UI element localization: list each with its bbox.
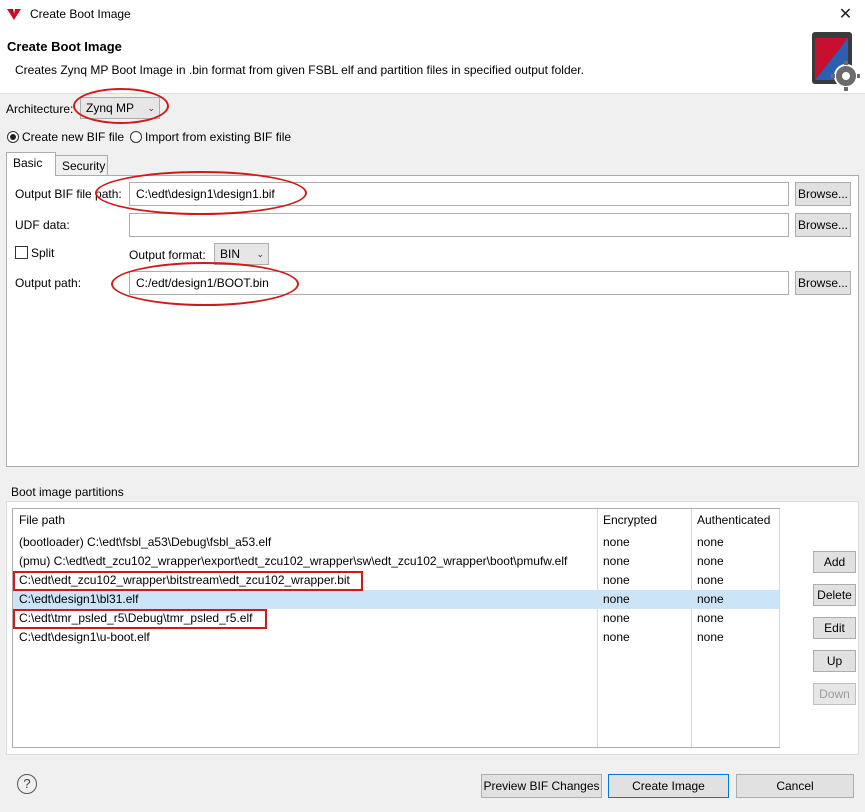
table-row[interactable]: (pmu) C:\edt\edt_zcu102_wrapper\export\e…: [13, 552, 779, 571]
architecture-value: Zynq MP: [86, 101, 135, 115]
output-format-select[interactable]: BIN ⌄: [214, 243, 269, 265]
title-bar: Create Boot Image ✕: [0, 0, 865, 29]
output-path-input[interactable]: C:/edt/design1/BOOT.bin: [129, 271, 789, 295]
row-authenticated: none: [697, 573, 724, 587]
row-file-path: C:\edt\tmr_psled_r5\Debug\tmr_psled_r5.e…: [19, 611, 253, 625]
tab-basic[interactable]: Basic: [6, 152, 56, 176]
dialog-heading: Create Boot Image: [7, 39, 122, 54]
row-authenticated: none: [697, 554, 724, 568]
add-partition-button[interactable]: Add: [813, 551, 856, 573]
chevron-down-icon: ⌄: [256, 249, 264, 259]
row-encrypted: none: [603, 573, 630, 587]
table-row[interactable]: C:\edt\tmr_psled_r5\Debug\tmr_psled_r5.e…: [13, 609, 779, 628]
row-file-path: C:\edt\design1\bl31.elf: [19, 592, 139, 606]
output-path-label: Output path:: [15, 276, 82, 290]
column-divider: [779, 509, 780, 747]
create-new-bif-label[interactable]: Create new BIF file: [22, 130, 124, 144]
output-path-browse-button[interactable]: Browse...: [795, 271, 851, 295]
partitions-label: Boot image partitions: [11, 485, 124, 499]
delete-partition-button[interactable]: Delete: [813, 584, 856, 606]
tab-security[interactable]: Security: [55, 155, 108, 177]
udf-data-label: UDF data:: [15, 218, 70, 232]
row-file-path: (bootloader) C:\edt\fsbl_a53\Debug\fsbl_…: [19, 535, 272, 549]
window-title: Create Boot Image: [30, 7, 131, 21]
column-header-encrypted[interactable]: Encrypted: [597, 509, 657, 531]
row-authenticated: none: [697, 611, 724, 625]
dialog-header: Create Boot Image Creates Zynq MP Boot I…: [0, 29, 865, 94]
row-file-path: (pmu) C:\edt\edt_zcu102_wrapper\export\e…: [19, 554, 568, 568]
create-new-bif-radio[interactable]: [7, 131, 19, 143]
column-header-file-path[interactable]: File path: [13, 509, 65, 531]
architecture-label: Architecture:: [6, 102, 74, 116]
split-label[interactable]: Split: [31, 246, 54, 260]
app-logo-icon: [7, 9, 21, 20]
row-encrypted: none: [603, 554, 630, 568]
column-header-authenticated[interactable]: Authenticated: [691, 509, 770, 531]
output-bif-label: Output BIF file path:: [15, 187, 122, 201]
udf-browse-button[interactable]: Browse...: [795, 213, 851, 237]
help-icon[interactable]: ?: [17, 774, 37, 794]
cancel-button[interactable]: Cancel: [736, 774, 854, 798]
import-bif-label[interactable]: Import from existing BIF file: [145, 130, 291, 144]
udf-data-input[interactable]: [129, 213, 789, 237]
split-checkbox[interactable]: [15, 246, 28, 259]
preview-bif-changes-button[interactable]: Preview BIF Changes: [481, 774, 602, 798]
import-bif-radio[interactable]: [130, 131, 142, 143]
row-file-path: C:\edt\design1\u-boot.elf: [19, 630, 150, 644]
row-file-path: C:\edt\edt_zcu102_wrapper\bitstream\edt_…: [19, 573, 350, 587]
output-format-value: BIN: [220, 247, 241, 261]
chevron-down-icon: ⌄: [147, 103, 155, 113]
row-encrypted: none: [603, 630, 630, 644]
row-authenticated: none: [697, 630, 724, 644]
table-row-selected[interactable]: C:\edt\design1\bl31.elf none none: [13, 590, 779, 609]
boot-image-gear-icon: [812, 32, 860, 91]
row-encrypted: none: [603, 535, 630, 549]
edit-partition-button[interactable]: Edit: [813, 617, 856, 639]
create-image-button[interactable]: Create Image: [608, 774, 729, 798]
partitions-table: File path Encrypted Authenticated (bootl…: [12, 508, 780, 748]
move-up-button[interactable]: Up: [813, 650, 856, 672]
close-icon[interactable]: ✕: [826, 0, 865, 29]
output-format-label: Output format:: [129, 248, 206, 262]
move-down-button: Down: [813, 683, 856, 705]
row-authenticated: none: [697, 535, 724, 549]
row-encrypted: none: [603, 611, 630, 625]
row-authenticated: none: [697, 592, 724, 606]
table-row[interactable]: C:\edt\edt_zcu102_wrapper\bitstream\edt_…: [13, 571, 779, 590]
output-bif-input[interactable]: C:\edt\design1\design1.bif: [129, 182, 789, 206]
architecture-select[interactable]: Zynq MP ⌄: [80, 97, 160, 119]
table-row[interactable]: C:\edt\design1\u-boot.elf none none: [13, 628, 779, 647]
row-encrypted: none: [603, 592, 630, 606]
output-bif-browse-button[interactable]: Browse...: [795, 182, 851, 206]
dialog-description: Creates Zynq MP Boot Image in .bin forma…: [15, 63, 584, 77]
table-row[interactable]: (bootloader) C:\edt\fsbl_a53\Debug\fsbl_…: [13, 533, 779, 552]
